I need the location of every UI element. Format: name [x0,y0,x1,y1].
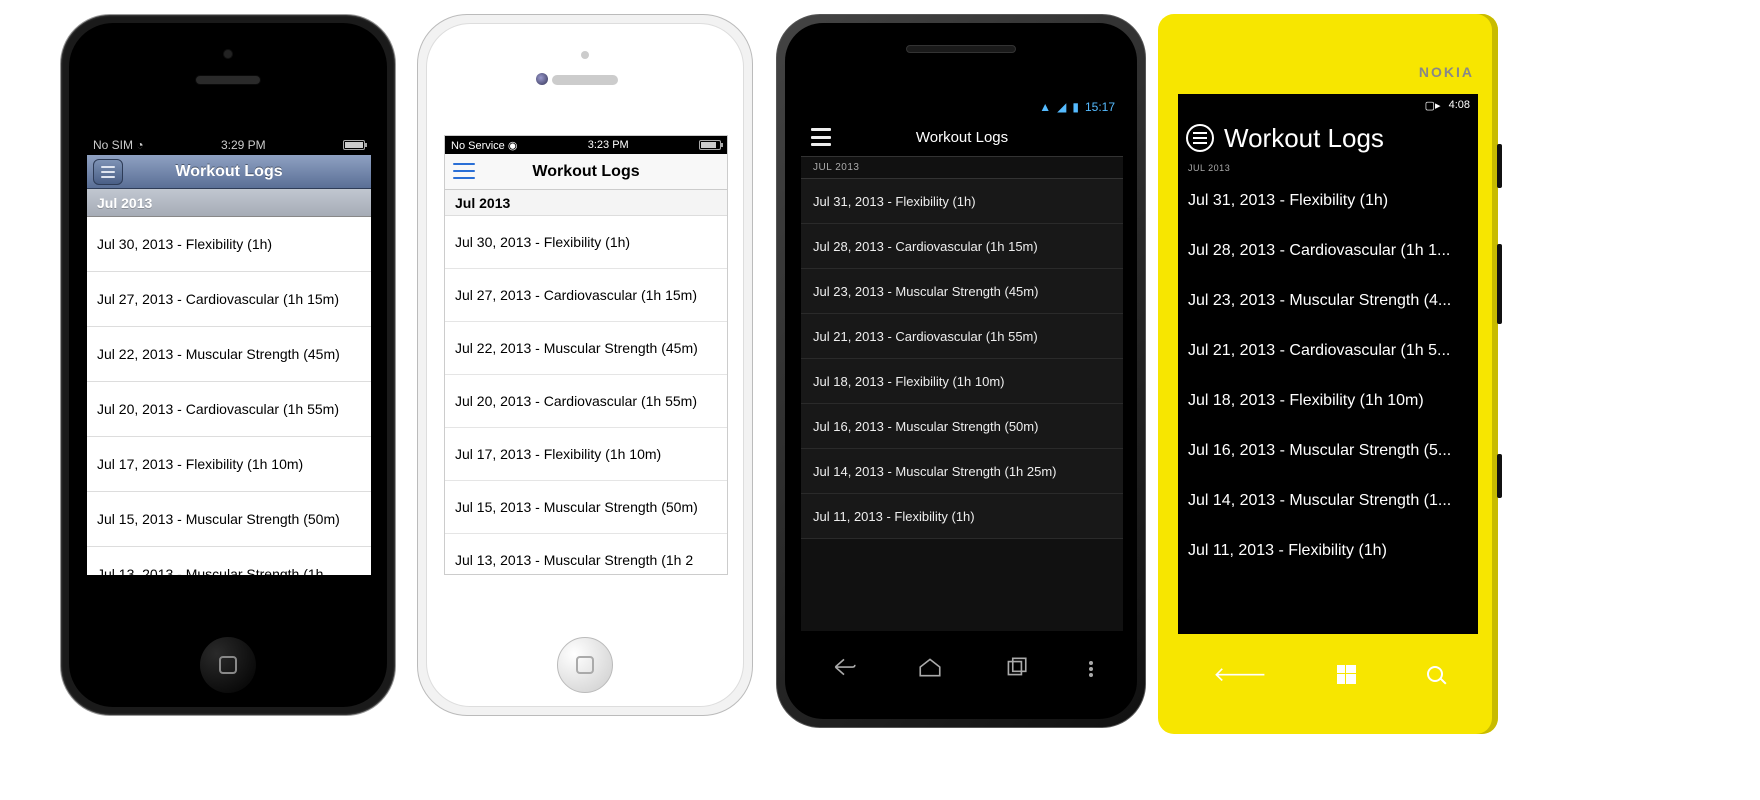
status-time: 3:23 PM [588,139,629,151]
menu-button[interactable] [93,159,123,185]
section-header: Jul 2013 [445,190,727,216]
list-item[interactable]: Jul 27, 2013 - Cardiovascular (1h 15m) [445,269,727,322]
menu-button[interactable] [811,128,831,146]
list-item[interactable]: Jul 28, 2013 - Cardiovascular (1h 15m) [801,224,1123,269]
camera-icon [536,73,548,85]
battery-icon: ▢▸ [1425,99,1441,112]
status-time: 15:17 [1085,100,1115,114]
log-list[interactable]: Jul 31, 2013 - Flexibility (1h) Jul 28, … [801,179,1123,539]
list-item[interactable]: Jul 18, 2013 - Flexibility (1h 10m) [1178,376,1478,426]
list-item[interactable]: Jul 11, 2013 - Flexibility (1h) [801,494,1123,539]
overflow-button[interactable] [1089,661,1093,677]
back-button[interactable] [831,654,857,685]
list-item[interactable]: Jul 11, 2013 - Flexibility (1h) [1178,526,1478,576]
device-windows-phone: NOKIA ▢▸ 4:08 Workout Logs JUL 2013 Jul … [1158,14,1498,734]
carrier-label: No Service [451,140,505,152]
side-button[interactable] [1497,454,1502,498]
section-header: JUL 2013 [1178,160,1478,176]
list-item[interactable]: Jul 30, 2013 - Flexibility (1h) [445,216,727,269]
list-item[interactable]: Jul 22, 2013 - Muscular Strength (45m) [87,327,371,382]
list-item[interactable]: Jul 20, 2013 - Cardiovascular (1h 55m) [87,382,371,437]
search-button[interactable] [1427,666,1443,682]
carrier-label: No SIM [93,138,133,152]
list-item[interactable]: Jul 13, 2013 - Muscular Strength (1h 2 [445,534,727,575]
status-time: 4:08 [1449,99,1470,111]
signal-icon: ◢ [1057,100,1066,114]
home-button[interactable] [200,637,256,693]
section-header: JUL 2013 [801,157,1123,179]
list-item[interactable]: Jul 21, 2013 - Cardiovascular (1h 55m) [801,314,1123,359]
log-list[interactable]: Jul 30, 2013 - Flexibility (1h) Jul 27, … [87,217,371,575]
list-item[interactable]: Jul 15, 2013 - Muscular Strength (50m) [445,481,727,534]
list-item[interactable]: Jul 27, 2013 - Cardiovascular (1h 15m) [87,272,371,327]
device-iphone4-black: No SIM ◔ 3:29 PM Workout Logs Jul 2013 J… [60,14,396,716]
list-item[interactable]: Jul 13, 2013 - Muscular Strength (1h [87,547,371,575]
wifi-icon: ◔ [136,138,143,152]
windows-button[interactable] [1337,665,1356,684]
home-button[interactable] [917,654,943,685]
status-bar: ▲ ◢ ▮ 15:17 [801,95,1123,119]
screen-wp: ▢▸ 4:08 Workout Logs JUL 2013 Jul 31, 20… [1178,94,1478,634]
list-item[interactable]: Jul 23, 2013 - Muscular Strength (45m) [801,269,1123,314]
menu-button[interactable] [1186,124,1214,152]
device-iphone4-white: No Service ◉ 3:23 PM Workout Logs Jul 20… [417,14,753,716]
page-title: Workout Logs [916,129,1008,146]
status-bar: ▢▸ 4:08 [1178,94,1478,116]
status-bar: No SIM ◔ 3:29 PM [87,135,371,155]
list-item[interactable]: Jul 17, 2013 - Flexibility (1h 10m) [445,428,727,481]
status-bar: No Service ◉ 3:23 PM [445,136,727,154]
screen-ios6: No SIM ◔ 3:29 PM Workout Logs Jul 2013 J… [87,135,371,575]
list-item[interactable]: Jul 31, 2013 - Flexibility (1h) [801,179,1123,224]
nav-bar: Workout Logs [801,119,1123,157]
battery-icon: ▮ [1072,100,1079,114]
nav-bar: Workout Logs [87,155,371,189]
side-button[interactable] [1497,244,1502,324]
screen-android: ▲ ◢ ▮ 15:17 Workout Logs JUL 2013 Jul 31… [801,95,1123,631]
list-item[interactable]: Jul 14, 2013 - Muscular Strength (1... [1178,476,1478,526]
page-title: Workout Logs [175,163,282,181]
list-item[interactable]: Jul 16, 2013 - Muscular Strength (50m) [801,404,1123,449]
wifi-icon: ▲ [1039,100,1051,114]
list-item[interactable]: Jul 17, 2013 - Flexibility (1h 10m) [87,437,371,492]
softkey-bar [801,645,1123,693]
page-title: Workout Logs [1224,123,1384,154]
device-android: ▲ ◢ ▮ 15:17 Workout Logs JUL 2013 Jul 31… [776,14,1146,728]
camera-icon [223,49,233,59]
home-button[interactable] [557,637,613,693]
speaker-icon [552,75,618,85]
side-button[interactable] [1497,144,1502,188]
list-item[interactable]: Jul 21, 2013 - Cardiovascular (1h 5... [1178,326,1478,376]
status-time: 3:29 PM [221,138,266,152]
section-header: Jul 2013 [87,189,371,217]
list-item[interactable]: Jul 20, 2013 - Cardiovascular (1h 55m) [445,375,727,428]
list-item[interactable]: Jul 16, 2013 - Muscular Strength (5... [1178,426,1478,476]
screen-ios7: No Service ◉ 3:23 PM Workout Logs Jul 20… [444,135,728,575]
nav-bar: Workout Logs [1178,116,1478,160]
list-item[interactable]: Jul 18, 2013 - Flexibility (1h 10m) [801,359,1123,404]
nav-bar: Workout Logs [445,154,727,190]
battery-icon [699,140,721,150]
speaker-icon [195,75,261,85]
battery-icon [343,140,365,150]
log-list[interactable]: Jul 31, 2013 - Flexibility (1h) Jul 28, … [1178,176,1478,576]
sensor-icon [581,51,589,59]
list-item[interactable]: Jul 14, 2013 - Muscular Strength (1h 25m… [801,449,1123,494]
recent-button[interactable] [1003,654,1029,685]
brand-label: NOKIA [1419,64,1474,80]
back-button[interactable]: 🡐 [1213,662,1267,687]
log-list[interactable]: Jul 30, 2013 - Flexibility (1h) Jul 27, … [445,216,727,575]
page-title: Workout Logs [532,163,639,181]
menu-button[interactable] [453,163,475,179]
list-item[interactable]: Jul 23, 2013 - Muscular Strength (4... [1178,276,1478,326]
list-item[interactable]: Jul 31, 2013 - Flexibility (1h) [1178,176,1478,226]
list-item[interactable]: Jul 28, 2013 - Cardiovascular (1h 1... [1178,226,1478,276]
list-item[interactable]: Jul 22, 2013 - Muscular Strength (45m) [445,322,727,375]
list-item[interactable]: Jul 15, 2013 - Muscular Strength (50m) [87,492,371,547]
speaker-icon [906,45,1016,53]
list-item[interactable]: Jul 30, 2013 - Flexibility (1h) [87,217,371,272]
softkey-bar: 🡐 [1178,654,1478,694]
